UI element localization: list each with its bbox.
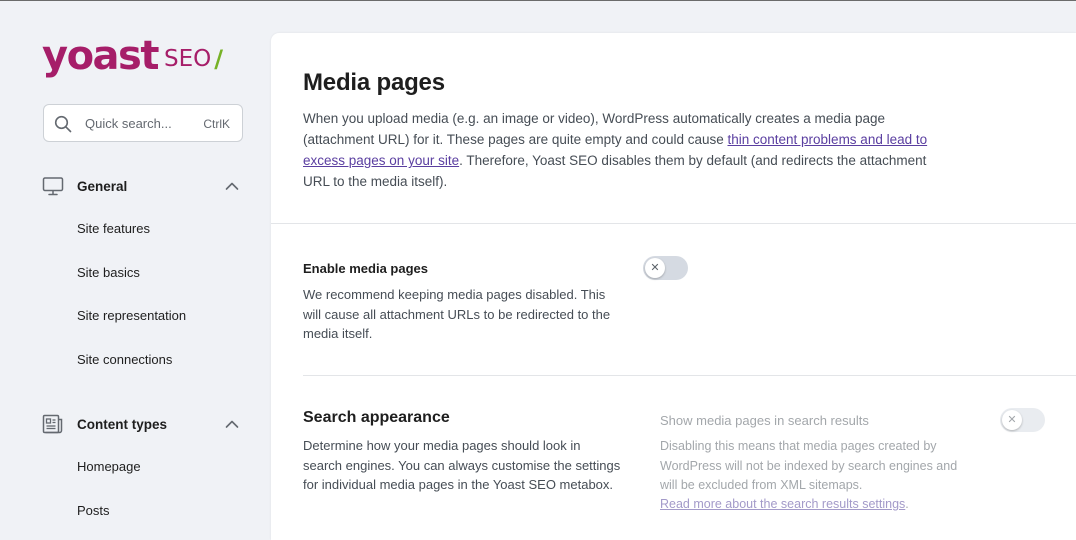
content-types-icon <box>42 414 63 434</box>
field-divider <box>303 375 1076 376</box>
search-appearance-description: Determine how your media pages should lo… <box>303 438 621 492</box>
sidebar-item-site-features[interactable]: Site features <box>77 221 150 236</box>
quick-search-button[interactable]: Quick search... CtrlK <box>43 104 243 142</box>
read-more-period: . <box>905 497 909 511</box>
nav-group-content-types[interactable]: Content types <box>42 413 252 437</box>
search-appearance-title: Search appearance <box>303 409 450 426</box>
section-divider <box>271 223 1076 224</box>
page-title: Media pages <box>303 69 445 96</box>
enable-media-pages-label: Enable media pages <box>303 261 428 276</box>
nav-group-label: Content types <box>77 417 168 432</box>
search-icon <box>54 115 72 133</box>
show-in-search-description: Disabling this means that media pages cr… <box>660 439 958 492</box>
sidebar-item-site-connections[interactable]: Site connections <box>77 352 172 367</box>
sidebar-item-site-representation[interactable]: Site representation <box>77 308 186 323</box>
search-shortcut: CtrlK <box>203 117 230 131</box>
sidebar-item-site-basics[interactable]: Site basics <box>77 265 140 280</box>
chevron-up-icon <box>225 420 239 428</box>
sidebar-item-homepage[interactable]: Homepage <box>77 459 141 474</box>
logo-seo-text: SEO <box>163 46 212 72</box>
nav-group-general[interactable]: General <box>42 175 252 199</box>
monitor-icon <box>42 177 64 196</box>
search-placeholder: Quick search... <box>85 116 172 131</box>
nav-group-label: General <box>77 179 128 194</box>
read-more-line: Read more about the search results setti… <box>660 495 980 515</box>
enable-media-pages-description: We recommend keeping media pages disable… <box>303 287 611 341</box>
logo-wordmark: yoast <box>42 33 159 79</box>
read-more-search-results-link[interactable]: Read more about the search results setti… <box>660 497 905 511</box>
show-in-search-toggle[interactable]: ✕ <box>1000 408 1045 432</box>
enable-media-pages-toggle[interactable]: ✕ <box>643 256 688 280</box>
sidebar-item-posts[interactable]: Posts <box>77 503 110 518</box>
sidebar: yoast SEO / Quick search... CtrlK Genera… <box>0 0 270 540</box>
settings-panel: Media pages When you upload media (e.g. … <box>271 33 1076 540</box>
show-in-search-label: Show media pages in search results <box>660 413 869 428</box>
yoast-seo-logo[interactable]: yoast SEO / <box>42 30 223 76</box>
chevron-up-icon <box>225 182 239 190</box>
logo-slash: / <box>214 45 223 73</box>
close-icon: ✕ <box>645 258 665 278</box>
close-icon: ✕ <box>1002 410 1022 430</box>
page-intro: When you upload media (e.g. an image or … <box>303 108 943 192</box>
